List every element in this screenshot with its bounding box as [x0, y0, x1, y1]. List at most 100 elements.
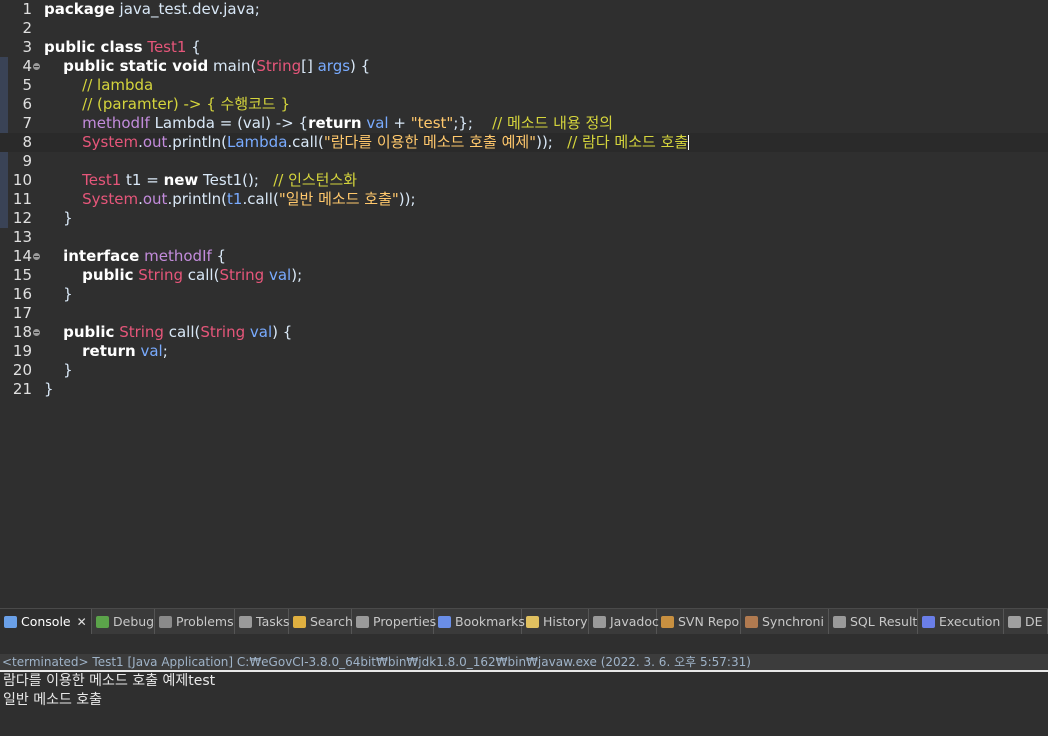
code-line[interactable]: 16 }	[0, 285, 1048, 304]
code-text: // lambda	[44, 76, 153, 95]
code-token: "람다를 이용한 메소드 호출 예제"	[323, 133, 537, 151]
code-line[interactable]: 12 }	[0, 209, 1048, 228]
tab-de[interactable]: DE	[1004, 609, 1048, 635]
code-token: String	[256, 57, 302, 75]
code-token: val	[140, 342, 163, 360]
code-token: ) {	[350, 57, 371, 75]
code-line[interactable]: 2	[0, 19, 1048, 38]
tab-problems[interactable]: Problems	[155, 609, 235, 635]
tab-properties[interactable]: Properties	[352, 609, 436, 635]
tab-svn-repo[interactable]: SVN Repo	[657, 609, 741, 635]
code-token: ));	[536, 133, 568, 151]
code-text: }	[44, 285, 73, 304]
line-number: 1	[22, 0, 32, 18]
code-line[interactable]: 11 System.out.println(t1.call("일반 메소드 호출…	[0, 190, 1048, 209]
code-line[interactable]: 3 public class Test1 {	[0, 38, 1048, 57]
line-number: 12	[12, 209, 32, 227]
code-line[interactable]: 13	[0, 228, 1048, 247]
code-token: val	[366, 114, 389, 132]
tab-console[interactable]: Console ✕	[0, 609, 92, 635]
code-token: // 인스턴스화	[273, 171, 358, 189]
console-icon	[4, 616, 17, 628]
code-token: ));	[398, 190, 416, 208]
code-line[interactable]: 10 Test1 t1 = new Test1(); // 인스턴스화	[0, 171, 1048, 190]
line-number: 21	[12, 380, 32, 398]
console-output-panel[interactable]: 람다를 이용한 메소드 호출 예제test 일반 메소드 호출	[0, 672, 1048, 736]
code-line[interactable]: 8 System.out.println(Lambda.call("람다를 이용…	[0, 133, 1048, 152]
fold-collapse-icon[interactable]	[33, 63, 40, 70]
code-token: String	[138, 266, 184, 284]
code-line[interactable]: 19 return val;	[0, 342, 1048, 361]
code-editor[interactable]: 1 package java_test.dev.java; 2 3 public cla…	[0, 0, 1048, 606]
code-token: ;	[162, 342, 168, 360]
synchronize-icon	[745, 616, 758, 628]
tab-tasks[interactable]: Tasks	[235, 609, 290, 635]
fold-collapse-icon[interactable]	[33, 253, 40, 260]
properties-icon	[356, 616, 369, 628]
line-number: 11	[12, 190, 32, 208]
tab-history[interactable]: History	[522, 609, 589, 635]
line-number: 7	[22, 114, 32, 132]
tab-label: DE	[1025, 614, 1043, 629]
code-token: []	[301, 57, 318, 75]
code-line[interactable]: 4 public static void main(String[] args)…	[0, 57, 1048, 76]
fold-collapse-icon[interactable]	[33, 329, 40, 336]
code-token: .println(	[167, 133, 227, 151]
close-icon[interactable]: ✕	[77, 615, 87, 629]
code-token: return	[308, 114, 362, 132]
tab-execution[interactable]: Execution	[918, 609, 1004, 635]
tab-label: Search	[310, 614, 353, 629]
code-token: call(	[163, 323, 201, 341]
code-line[interactable]: 15 public String call(String val);	[0, 266, 1048, 285]
tab-search[interactable]: Search	[289, 609, 353, 635]
code-line[interactable]: 14 interface methodIf {	[0, 247, 1048, 266]
line-number: 16	[12, 285, 32, 303]
code-line[interactable]: 20 }	[0, 361, 1048, 380]
line-number: 20	[12, 361, 32, 379]
view-tab-bar: Console ✕ Debug Problems Tasks Search Properti…	[0, 608, 1048, 635]
tab-javadoc[interactable]: Javadoc	[589, 609, 659, 635]
tab-label: Debug	[113, 614, 155, 629]
line-number: 5	[22, 76, 32, 94]
code-token: String	[119, 323, 164, 341]
code-line[interactable]: 9	[0, 152, 1048, 171]
code-line[interactable]: 17	[0, 304, 1048, 323]
code-token: call(	[183, 266, 220, 284]
code-text: interface methodIf {	[44, 247, 226, 266]
code-token: public static void	[63, 57, 209, 75]
code-token: Lambda = (val) -> {	[149, 114, 309, 132]
tab-debug[interactable]: Debug	[92, 609, 155, 635]
code-line[interactable]: 1 package java_test.dev.java;	[0, 0, 1048, 19]
console-output-line-2: 일반 메소드 호출	[3, 692, 103, 708]
tab-label: History	[543, 614, 588, 629]
code-token: methodIf	[144, 247, 212, 265]
line-number: 13	[12, 228, 32, 246]
code-line[interactable]: 18 public String call(String val) {	[0, 323, 1048, 342]
code-token: out	[142, 133, 168, 151]
tab-sql-result[interactable]: SQL Result	[829, 609, 918, 635]
tab-label: Execution	[939, 614, 1001, 629]
code-line[interactable]: 7 methodIf Lambda = (val) -> {return val…	[0, 114, 1048, 133]
code-token: String	[200, 323, 246, 341]
code-token: }	[44, 361, 73, 379]
code-token: // (paramter) -> { 수행코드 }	[82, 95, 291, 113]
code-text: return val;	[44, 342, 168, 361]
code-line[interactable]: 21}	[0, 380, 1048, 399]
code-token: val	[249, 323, 273, 341]
code-text: }	[44, 361, 73, 380]
tab-bookmarks[interactable]: Bookmarks	[434, 609, 525, 635]
line-number: 18	[12, 323, 32, 341]
code-line[interactable]: 5 // lambda	[0, 76, 1048, 95]
code-line[interactable]: 6 // (paramter) -> { 수행코드 }	[0, 95, 1048, 114]
code-token: .println(	[167, 190, 227, 208]
tab-synchroni[interactable]: Synchroni	[741, 609, 829, 635]
line-number: 17	[12, 304, 32, 322]
tab-label: Problems	[176, 614, 234, 629]
console-status-line: <terminated> Test1 [Java Application] C:…	[0, 654, 1048, 672]
code-token: Test1	[82, 171, 122, 189]
